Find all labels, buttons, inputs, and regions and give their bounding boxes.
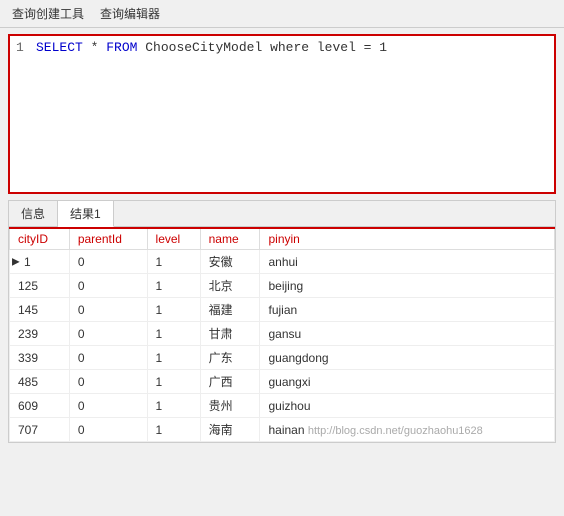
results-table: cityID parentId level name pinyin ▶101安徽… <box>9 227 555 442</box>
cell-name: 广东 <box>200 346 260 370</box>
table-row: 23901甘肃gansu <box>10 322 555 346</box>
cell-cityid: 485 <box>10 370 70 394</box>
cell-pinyin: anhui <box>260 250 555 274</box>
table-row: 33901广东guangdong <box>10 346 555 370</box>
cell-name: 福建 <box>200 298 260 322</box>
cell-parentid: 0 <box>69 418 147 442</box>
cell-name: 安徽 <box>200 250 260 274</box>
cell-parentid: 0 <box>69 250 147 274</box>
cell-level: 1 <box>147 298 200 322</box>
col-header-cityid: cityID <box>10 228 70 250</box>
cell-cityid: 339 <box>10 346 70 370</box>
cell-pinyin: guangdong <box>260 346 555 370</box>
cell-parentid: 0 <box>69 346 147 370</box>
col-header-parentid: parentId <box>69 228 147 250</box>
cell-level: 1 <box>147 322 200 346</box>
tab-results[interactable]: 结果1 <box>58 201 114 227</box>
col-header-level: level <box>147 228 200 250</box>
editor-line-1: 1 SELECT * FROM ChooseCityModel where le… <box>16 40 548 55</box>
sql-condition: level = 1 <box>309 40 387 55</box>
cell-parentid: 0 <box>69 298 147 322</box>
table-row: 48501广西guangxi <box>10 370 555 394</box>
cell-cityid: 239 <box>10 322 70 346</box>
cell-pinyin: fujian <box>260 298 555 322</box>
table-row: 60901贵州guizhou <box>10 394 555 418</box>
table-row: 14501福建fujian <box>10 298 555 322</box>
cell-level: 1 <box>147 274 200 298</box>
cell-name: 贵州 <box>200 394 260 418</box>
cell-cityid: 145 <box>10 298 70 322</box>
cell-parentid: 0 <box>69 394 147 418</box>
col-header-name: name <box>200 228 260 250</box>
cell-name: 海南 <box>200 418 260 442</box>
cell-parentid: 0 <box>69 322 147 346</box>
cell-parentid: 0 <box>69 370 147 394</box>
row-indicator-arrow: ▶ <box>12 256 20 267</box>
cell-pinyin: hainan http://blog.csdn.net/guozhaohu162… <box>260 418 555 442</box>
table-row: 12501北京beijing <box>10 274 555 298</box>
menu-item-query-editor[interactable]: 查询编辑器 <box>92 2 168 25</box>
cell-level: 1 <box>147 394 200 418</box>
where-keyword: where <box>270 40 309 55</box>
bottom-panel: 信息 结果1 cityID parentId level name pinyin… <box>8 200 556 443</box>
tabs-bar: 信息 结果1 <box>9 201 555 227</box>
sql-content: SELECT * FROM ChooseCityModel where leve… <box>36 40 387 55</box>
cell-parentid: 0 <box>69 274 147 298</box>
table-name: ChooseCityModel <box>137 40 270 55</box>
top-menu: 查询创建工具 查询编辑器 <box>0 0 564 28</box>
cell-level: 1 <box>147 418 200 442</box>
cell-cityid: 125 <box>10 274 70 298</box>
cell-level: 1 <box>147 346 200 370</box>
cell-name: 广西 <box>200 370 260 394</box>
cell-level: 1 <box>147 250 200 274</box>
from-keyword: FROM <box>106 40 137 55</box>
cell-pinyin: gansu <box>260 322 555 346</box>
cell-cityid: ▶1 <box>10 250 70 274</box>
cell-name: 甘肃 <box>200 322 260 346</box>
cell-name: 北京 <box>200 274 260 298</box>
menu-item-query-builder[interactable]: 查询创建工具 <box>4 2 92 25</box>
line-number: 1 <box>16 40 36 55</box>
editor-area[interactable]: 1 SELECT * FROM ChooseCityModel where le… <box>8 34 556 194</box>
select-keyword: SELECT <box>36 40 83 55</box>
cell-cityid: 707 <box>10 418 70 442</box>
tab-info[interactable]: 信息 <box>9 201 58 226</box>
table-row: 70701海南hainan http://blog.csdn.net/guozh… <box>10 418 555 442</box>
cell-level: 1 <box>147 370 200 394</box>
cell-pinyin: guizhou <box>260 394 555 418</box>
cell-pinyin: beijing <box>260 274 555 298</box>
cell-pinyin: guangxi <box>260 370 555 394</box>
sql-star: * <box>83 40 106 55</box>
cell-cityid: 609 <box>10 394 70 418</box>
table-row: ▶101安徽anhui <box>10 250 555 274</box>
col-header-pinyin: pinyin <box>260 228 555 250</box>
